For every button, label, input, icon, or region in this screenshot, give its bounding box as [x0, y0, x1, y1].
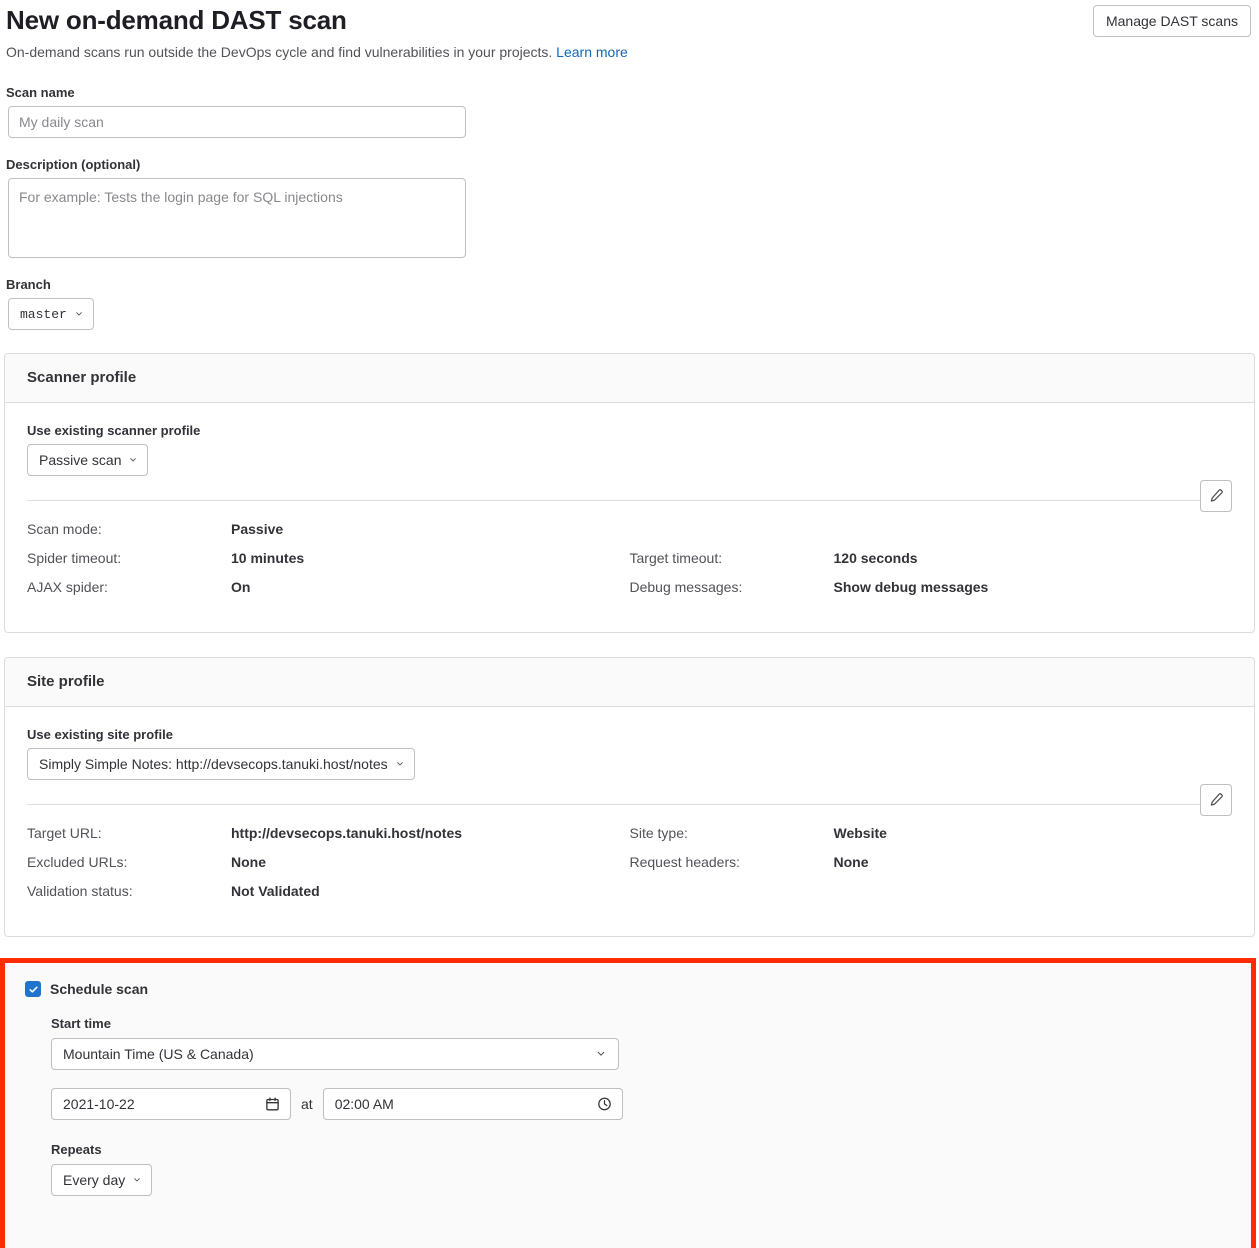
scan-name-label: Scan name — [6, 84, 1255, 102]
description-textarea[interactable] — [8, 178, 466, 258]
schedule-scan-checkbox[interactable] — [25, 981, 41, 997]
scanner-profile-summary-left: Scan mode: Passive Spider timeout: 10 mi… — [27, 519, 630, 606]
scanner-profile-card-title: Scanner profile — [5, 354, 1254, 403]
timezone-select-value: Mountain Time (US & Canada) — [63, 1046, 254, 1062]
summary-row: Validation status: Not Validated — [27, 881, 630, 910]
summary-key: AJAX spider: — [27, 577, 231, 597]
checkmark-icon — [28, 984, 39, 995]
summary-value: http://devsecops.tanuki.host/notes — [231, 823, 462, 843]
start-date-value: 2021-10-22 — [63, 1096, 135, 1112]
learn-more-link[interactable]: Learn more — [556, 44, 628, 60]
summary-value: Show debug messages — [834, 577, 989, 597]
site-profile-summary: Target URL: http://devsecops.tanuki.host… — [27, 805, 1232, 936]
site-profile-card-body: Use existing site profile Simply Simple … — [5, 707, 1254, 936]
branch-dropdown-value: master — [20, 307, 67, 322]
timezone-select[interactable]: Mountain Time (US & Canada) — [51, 1038, 619, 1070]
chevron-down-icon — [595, 1048, 607, 1060]
repeats-dropdown-value: Every day — [63, 1172, 125, 1188]
start-time-input[interactable]: 02:00 AM — [323, 1088, 623, 1120]
summary-key: Request headers: — [630, 852, 834, 872]
chevron-down-icon — [132, 1175, 142, 1185]
summary-key: Spider timeout: — [27, 548, 231, 568]
summary-key: Validation status: — [27, 881, 231, 901]
chevron-down-icon — [395, 759, 405, 769]
description-field-group: Description (optional) — [4, 156, 1255, 258]
summary-row: Target timeout: 120 seconds — [630, 548, 1233, 577]
scanner-profile-summary-right: Target timeout: 120 seconds Debug messag… — [630, 519, 1233, 606]
dast-scan-form-page: New on-demand DAST scan On-demand scans … — [0, 0, 1259, 937]
scanner-profile-summary: Scan mode: Passive Spider timeout: 10 mi… — [27, 501, 1232, 632]
summary-value: 120 seconds — [834, 548, 918, 568]
scan-name-input[interactable] — [8, 106, 466, 138]
repeats-field-group: Repeats Every day — [51, 1141, 1231, 1196]
start-time-value: 02:00 AM — [335, 1096, 394, 1112]
summary-value: Website — [834, 823, 887, 843]
page-subtitle-text: On-demand scans run outside the DevOps c… — [6, 44, 552, 60]
summary-value: Passive — [231, 519, 283, 539]
summary-row: Spider timeout: 10 minutes — [27, 548, 630, 577]
schedule-scan-label[interactable]: Schedule scan — [50, 979, 148, 999]
edit-scanner-profile-button[interactable] — [1200, 480, 1232, 512]
site-profile-card: Site profile Use existing site profile S… — [4, 657, 1255, 937]
summary-key: Scan mode: — [27, 519, 231, 539]
at-label: at — [301, 1094, 313, 1114]
site-profile-dropdown-value: Simply Simple Notes: http://devsecops.ta… — [39, 756, 388, 772]
summary-key: Excluded URLs: — [27, 852, 231, 872]
branch-field-group: Branch master — [4, 276, 1255, 330]
scan-name-field-group: Scan name — [4, 84, 1255, 138]
schedule-scan-section: Schedule scan Start time Mountain Time (… — [5, 963, 1251, 1196]
summary-value: 10 minutes — [231, 548, 304, 568]
schedule-fields: Start time Mountain Time (US & Canada) 2… — [51, 1015, 1231, 1196]
scanner-profile-card-body: Use existing scanner profile Passive sca… — [5, 403, 1254, 632]
manage-dast-scans-button[interactable]: Manage DAST scans — [1093, 5, 1251, 37]
summary-key: Site type: — [630, 823, 834, 843]
edit-site-profile-button[interactable] — [1200, 784, 1232, 816]
schedule-scan-highlight-region: Schedule scan Start time Mountain Time (… — [0, 958, 1256, 1248]
summary-row: Request headers: None — [630, 852, 1233, 881]
pencil-icon — [1208, 488, 1224, 504]
schedule-scan-checkbox-row[interactable]: Schedule scan — [25, 979, 1231, 999]
clock-icon[interactable] — [597, 1097, 612, 1112]
summary-value: On — [231, 577, 250, 597]
site-profile-summary-right: Site type: Website Request headers: None — [630, 823, 1233, 910]
page-title: New on-demand DAST scan — [4, 4, 1255, 36]
summary-key: Debug messages: — [630, 577, 834, 597]
repeats-label: Repeats — [51, 1141, 1231, 1159]
site-profile-card-title: Site profile — [5, 658, 1254, 707]
site-profile-select-label: Use existing site profile — [27, 727, 1232, 742]
summary-row: Excluded URLs: None — [27, 852, 630, 881]
scanner-profile-select-label: Use existing scanner profile — [27, 423, 1232, 438]
site-profile-dropdown[interactable]: Simply Simple Notes: http://devsecops.ta… — [27, 748, 415, 780]
summary-row: Target URL: http://devsecops.tanuki.host… — [27, 823, 630, 852]
start-date-input[interactable]: 2021-10-22 — [51, 1088, 291, 1120]
start-time-label: Start time — [51, 1015, 1231, 1033]
summary-key: Target URL: — [27, 823, 231, 843]
calendar-icon[interactable] — [265, 1097, 280, 1112]
chevron-down-icon — [74, 309, 84, 319]
summary-row: Site type: Website — [630, 823, 1233, 852]
summary-row: Debug messages: Show debug messages — [630, 577, 1233, 606]
page-header: New on-demand DAST scan On-demand scans … — [4, 0, 1255, 62]
summary-row: Scan mode: Passive — [27, 519, 630, 548]
chevron-down-icon — [128, 455, 138, 465]
description-label: Description (optional) — [6, 156, 1255, 174]
schedule-datetime-row: 2021-10-22 at 02:00 AM — [51, 1088, 1231, 1120]
summary-value: None — [834, 852, 869, 872]
scanner-profile-dropdown[interactable]: Passive scan — [27, 444, 148, 476]
summary-row: AJAX spider: On — [27, 577, 630, 606]
summary-value: None — [231, 852, 266, 872]
summary-value: Not Validated — [231, 881, 320, 901]
repeats-dropdown[interactable]: Every day — [51, 1164, 152, 1196]
scanner-profile-dropdown-value: Passive scan — [39, 452, 121, 468]
pencil-icon — [1208, 792, 1224, 808]
branch-dropdown[interactable]: master — [8, 298, 94, 330]
summary-key: Target timeout: — [630, 548, 834, 568]
page-subtitle: On-demand scans run outside the DevOps c… — [4, 42, 1255, 62]
branch-label: Branch — [6, 276, 1255, 294]
scanner-profile-card: Scanner profile Use existing scanner pro… — [4, 353, 1255, 633]
site-profile-summary-left: Target URL: http://devsecops.tanuki.host… — [27, 823, 630, 910]
